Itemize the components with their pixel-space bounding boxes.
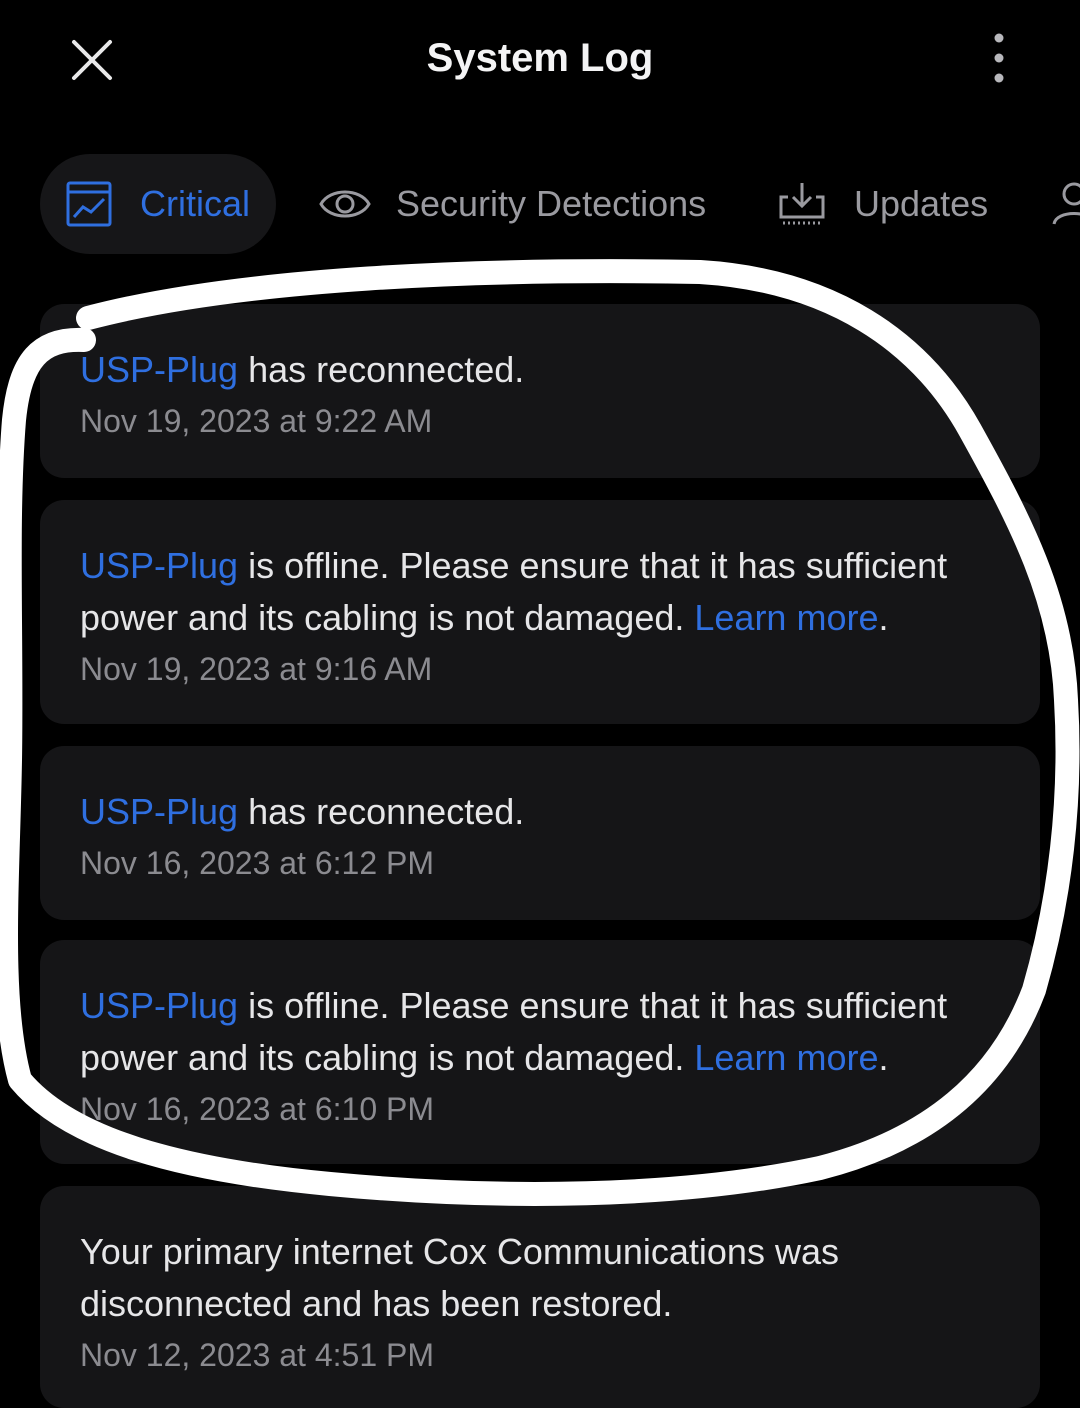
device-link[interactable]: USP-Plug — [80, 545, 238, 586]
page-title: System Log — [426, 36, 654, 80]
log-message: USP-Plug has reconnected. — [80, 344, 1000, 396]
log-entry[interactable]: USP-Plug has reconnected. Nov 19, 2023 a… — [40, 304, 1040, 478]
message-text: Your primary internet Cox Communications… — [80, 1231, 839, 1324]
message-suffix: . — [878, 1037, 889, 1078]
log-timestamp: Nov 16, 2023 at 6:12 PM — [80, 845, 434, 881]
download-tray-icon — [779, 183, 825, 225]
learn-more-link[interactable]: Learn more — [694, 597, 878, 638]
log-message: Your primary internet Cox Communications… — [80, 1226, 1000, 1330]
chart-window-icon — [66, 181, 112, 227]
log-timestamp: Nov 12, 2023 at 4:51 PM — [80, 1337, 434, 1373]
log-entry[interactable]: USP-Plug is offline. Please ensure that … — [40, 500, 1040, 724]
log-entry[interactable]: Your primary internet Cox Communications… — [40, 1186, 1040, 1408]
message-text: has reconnected. — [238, 791, 525, 832]
device-link[interactable]: USP-Plug — [80, 791, 238, 832]
eye-icon — [319, 190, 371, 218]
device-link[interactable]: USP-Plug — [80, 349, 238, 390]
more-vertical-icon — [994, 33, 1004, 83]
app-header: System Log — [0, 0, 1080, 120]
log-timestamp: Nov 19, 2023 at 9:16 AM — [80, 651, 433, 687]
log-message: USP-Plug has reconnected. — [80, 786, 1000, 838]
log-timestamp: Nov 19, 2023 at 9:22 AM — [80, 403, 433, 439]
tab-security-detections[interactable]: Security Detections — [318, 154, 706, 254]
message-suffix: . — [878, 597, 889, 638]
log-timestamp: Nov 16, 2023 at 6:10 PM — [80, 1091, 434, 1127]
log-message: USP-Plug is offline. Please ensure that … — [80, 540, 1000, 644]
user-icon — [1052, 182, 1080, 225]
tab-partial[interactable] — [1050, 154, 1080, 254]
tab-label: Updates — [854, 183, 989, 224]
log-category-tabs: Critical Security Detections Updates — [0, 154, 1080, 254]
message-text: has reconnected. — [238, 349, 525, 390]
learn-more-link[interactable]: Learn more — [694, 1037, 878, 1078]
device-link[interactable]: USP-Plug — [80, 985, 238, 1026]
tab-updates[interactable]: Updates — [778, 154, 988, 254]
more-options-button[interactable] — [982, 30, 1016, 90]
log-message: USP-Plug is offline. Please ensure that … — [80, 980, 1000, 1084]
tab-label: Critical — [140, 183, 251, 224]
tab-label: Security Detections — [396, 183, 707, 224]
log-entry[interactable]: USP-Plug has reconnected. Nov 16, 2023 a… — [40, 746, 1040, 920]
tab-critical[interactable]: Critical — [40, 154, 276, 254]
log-entry[interactable]: USP-Plug is offline. Please ensure that … — [40, 940, 1040, 1164]
